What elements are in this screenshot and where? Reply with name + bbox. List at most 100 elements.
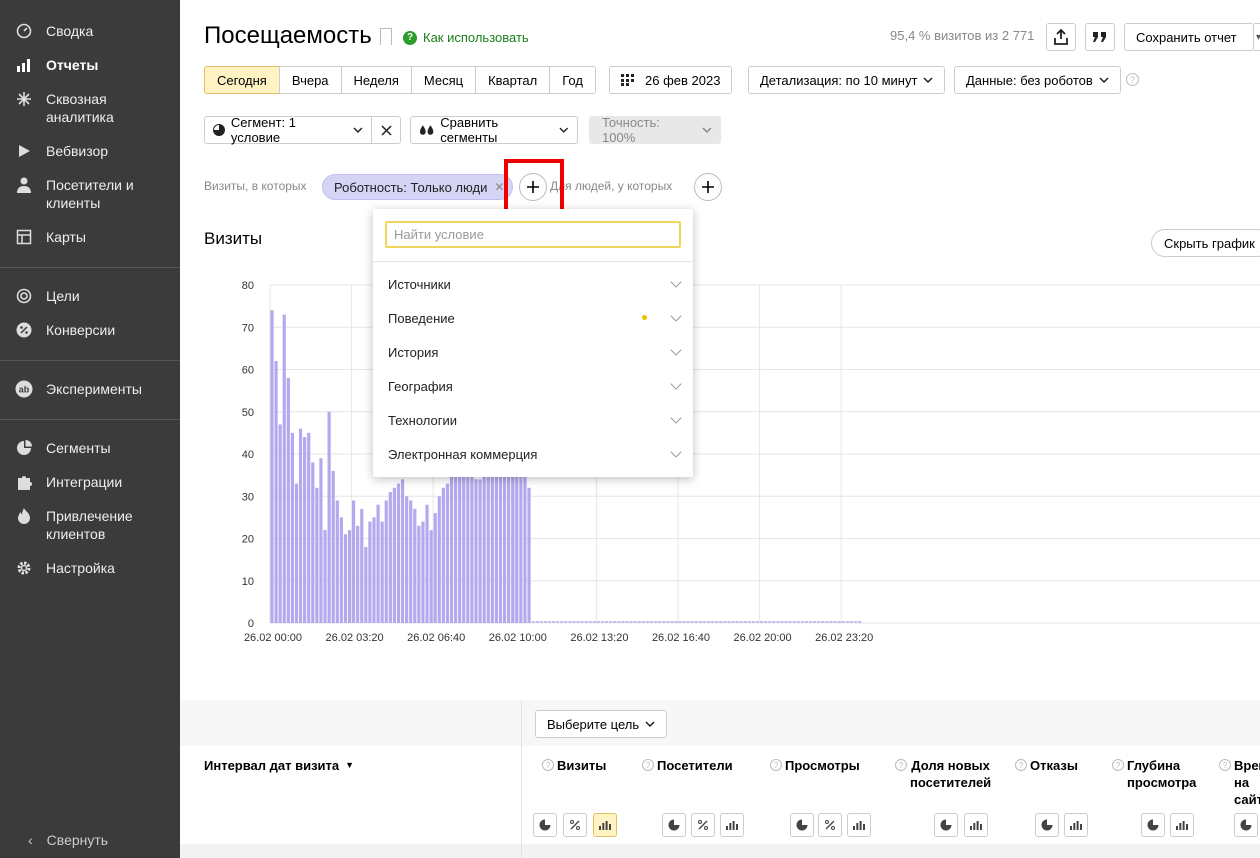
howto-link[interactable]: ? Как использовать <box>403 30 529 45</box>
chart-type-button[interactable] <box>1234 813 1258 837</box>
sidebar-item-dashboard[interactable]: Сводка <box>0 22 180 40</box>
bar[interactable] <box>347 530 352 623</box>
bar[interactable] <box>307 432 311 623</box>
bar[interactable] <box>613 621 617 623</box>
sidebar-item-gear[interactable]: Настройка <box>0 559 180 577</box>
period-tab[interactable]: Год <box>549 66 596 94</box>
bar[interactable] <box>739 621 743 623</box>
bar[interactable] <box>335 500 339 623</box>
bar[interactable] <box>343 534 348 623</box>
chart-type-button[interactable] <box>563 813 587 837</box>
bar[interactable] <box>702 621 707 623</box>
bar[interactable] <box>364 546 368 623</box>
sidebar-item-percent[interactable]: Конверсии <box>0 321 180 339</box>
bar[interactable] <box>547 621 552 623</box>
bar[interactable] <box>556 621 560 623</box>
clear-segment-button[interactable] <box>371 116 401 144</box>
bar[interactable] <box>588 621 592 623</box>
bar[interactable] <box>600 621 605 623</box>
bar[interactable] <box>323 530 327 623</box>
bar[interactable] <box>388 492 392 623</box>
bar[interactable] <box>743 621 747 623</box>
bar[interactable] <box>405 496 409 623</box>
export-button[interactable] <box>1046 23 1076 51</box>
bar[interactable] <box>315 487 319 623</box>
bar[interactable] <box>294 483 299 623</box>
bar[interactable] <box>560 621 564 623</box>
bar[interactable] <box>751 621 756 623</box>
bar[interactable] <box>625 621 629 623</box>
detail-select[interactable]: Детализация: по 10 минут <box>748 66 946 94</box>
condition-category-item[interactable]: Электронная коммерция <box>388 437 682 471</box>
bar[interactable] <box>572 621 576 623</box>
condition-category-item[interactable]: Поведение <box>388 301 682 335</box>
bar[interactable] <box>441 487 445 623</box>
bar[interactable] <box>796 621 800 623</box>
help-icon[interactable]: ? <box>642 759 654 771</box>
bar[interactable] <box>352 500 356 623</box>
bar[interactable] <box>368 521 372 623</box>
chart-type-button[interactable] <box>1141 813 1165 837</box>
bar[interactable] <box>731 621 735 623</box>
bar[interactable] <box>400 479 405 623</box>
bar[interactable] <box>311 462 315 623</box>
bar[interactable] <box>645 621 649 623</box>
bar[interactable] <box>808 621 813 623</box>
bar[interactable] <box>564 621 568 623</box>
bar[interactable] <box>686 621 690 623</box>
save-report-button[interactable]: Сохранить отчет <box>1124 23 1254 51</box>
bar[interactable] <box>392 487 396 623</box>
metric-column-header[interactable]: ? Посетители <box>642 757 752 774</box>
date-picker-button[interactable]: 26 фев 2023 <box>609 66 733 94</box>
bar[interactable] <box>682 621 686 623</box>
bar[interactable] <box>282 314 286 623</box>
period-tab[interactable]: Сегодня <box>204 66 280 94</box>
condition-category-item[interactable]: География <box>388 369 682 403</box>
bar[interactable] <box>662 621 666 623</box>
chart-type-button[interactable] <box>818 813 842 837</box>
bar[interactable] <box>670 621 674 623</box>
bar[interactable] <box>690 621 694 623</box>
metric-column-header[interactable]: ? Время на сайте <box>1219 757 1260 808</box>
sidebar-item-puzzle[interactable]: Интеграции <box>0 473 180 491</box>
period-tab[interactable]: Вчера <box>278 66 342 94</box>
sidebar-item-target[interactable]: Цели <box>0 287 180 305</box>
bar[interactable] <box>445 483 450 623</box>
period-tab[interactable]: Неделя <box>340 66 412 94</box>
bar[interactable] <box>666 621 670 623</box>
chart-type-button[interactable] <box>1170 813 1194 837</box>
bar[interactable] <box>825 621 829 623</box>
bar[interactable] <box>327 411 331 623</box>
bar[interactable] <box>286 377 290 623</box>
bar[interactable] <box>380 521 384 623</box>
bar[interactable] <box>429 530 433 623</box>
chart-type-button[interactable] <box>1064 813 1088 837</box>
bar[interactable] <box>417 525 421 623</box>
bar[interactable] <box>270 310 274 623</box>
bar[interactable] <box>637 621 641 623</box>
bar[interactable] <box>437 496 441 623</box>
date-interval-column-header[interactable]: Интервал дат визита ▼ <box>204 758 354 773</box>
bar[interactable] <box>539 621 543 623</box>
bar[interactable] <box>653 621 658 623</box>
help-icon[interactable]: ? <box>895 759 907 771</box>
bar[interactable] <box>384 500 388 623</box>
bar[interactable] <box>755 621 760 623</box>
bar[interactable] <box>857 621 862 623</box>
bar[interactable] <box>658 621 662 623</box>
bar[interactable] <box>719 621 723 623</box>
bar[interactable] <box>641 621 645 623</box>
sidebar-item-ab[interactable]: ab Эксперименты <box>0 380 180 398</box>
bar[interactable] <box>747 621 751 623</box>
bar[interactable] <box>596 621 600 623</box>
bar[interactable] <box>694 621 698 623</box>
bar[interactable] <box>821 621 825 623</box>
condition-category-item[interactable]: Технологии <box>388 403 682 437</box>
help-icon[interactable]: ? <box>542 759 554 771</box>
bar[interactable] <box>780 621 784 623</box>
accuracy-select[interactable]: Точность: 100% <box>589 115 721 145</box>
bar[interactable] <box>609 621 613 623</box>
bar[interactable] <box>543 621 547 623</box>
bar[interactable] <box>678 621 682 623</box>
bar[interactable] <box>768 621 772 623</box>
